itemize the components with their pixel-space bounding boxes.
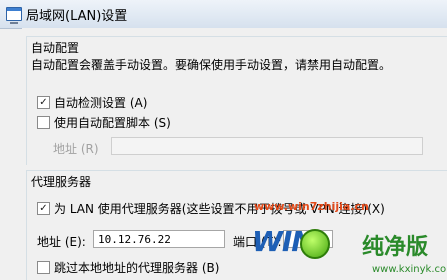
use-script-checkbox[interactable] (37, 115, 50, 129)
bypass-local-checkbox[interactable] (37, 260, 50, 274)
proxy-address-label: 地址 (E): (37, 235, 86, 249)
watermark-url: www.win7zhijia.cn (254, 200, 369, 213)
proxy-heading: 代理服务器 (31, 175, 92, 189)
watermark-badge-icon (300, 229, 330, 259)
auto-config-heading: 自动配置 (31, 41, 80, 55)
window-title: 局域网(LAN)设置 (26, 9, 128, 24)
script-address-input[interactable] (111, 137, 423, 155)
auto-config-description: 自动配置会覆盖手动设置。要确保使用手动设置，请禁用自动配置。 (31, 58, 392, 72)
title-bar: 局域网(LAN)设置 (0, 0, 447, 29)
watermark-text: 纯净版 (362, 235, 429, 260)
watermark-site: www.kxinyk.com (372, 264, 447, 275)
network-settings-icon (6, 7, 22, 24)
use-script-label[interactable]: 使用自动配置脚本 (S) (54, 114, 171, 131)
script-address-label: 地址 (R) (53, 142, 99, 156)
auto-detect-checkbox[interactable] (37, 95, 50, 109)
bypass-local-label[interactable]: 跳过本地地址的代理服务器 (B) (54, 259, 219, 276)
auto-detect-option[interactable]: 自动检测设置 (A) (37, 94, 147, 110)
use-proxy-checkbox[interactable] (37, 201, 50, 215)
auto-config-group: 自动配置 自动配置会覆盖手动设置。要确保使用手动设置，请禁用自动配置。 自动检测… (26, 36, 447, 165)
use-script-option[interactable]: 使用自动配置脚本 (S) (37, 114, 171, 130)
auto-detect-label[interactable]: 自动检测设置 (A) (54, 94, 147, 111)
proxy-address-input[interactable]: 10.12.76.22 (93, 230, 225, 248)
bypass-local-option[interactable]: 跳过本地地址的代理服务器 (B) (37, 259, 219, 275)
